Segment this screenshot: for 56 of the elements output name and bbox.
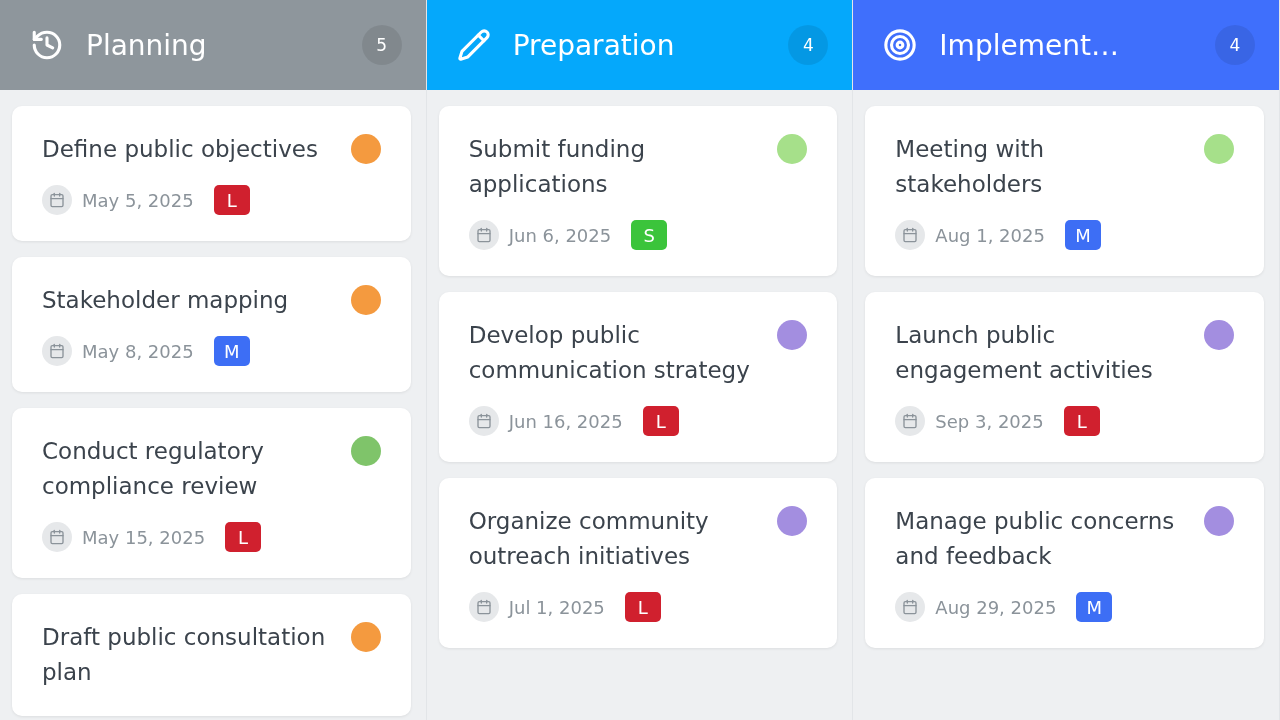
- due-date: May 5, 2025: [82, 189, 194, 211]
- task-title: Define public objectives: [42, 135, 318, 164]
- priority-tag: S: [631, 220, 668, 250]
- task-card[interactable]: Manage public concerns and feedback Aug 29, 2025 M: [865, 478, 1264, 648]
- task-card[interactable]: Define public objectives May 5, 2025 L: [12, 106, 411, 241]
- task-title: Meeting with stakeholders: [895, 135, 1046, 199]
- due-date: May 15, 2025: [82, 526, 206, 548]
- priority-tag: L: [624, 592, 661, 622]
- task-card[interactable]: Develop public communication strategy Jun 16, 2025 L: [438, 292, 838, 462]
- task-title: Stakeholder mapping: [42, 286, 289, 315]
- calendar-icon: [895, 592, 926, 622]
- due-date: Jun 16, 2025: [508, 410, 623, 432]
- due-date: Jun 6, 2025: [508, 224, 612, 246]
- priority-tag: M: [213, 336, 250, 366]
- task-card[interactable]: Draft public consultation plan: [12, 594, 411, 716]
- task-title: Draft public consultation plan: [42, 623, 327, 687]
- calendar-icon: [895, 406, 926, 436]
- column-title: Implement…: [939, 28, 1120, 62]
- task-title: Develop public communication strategy: [468, 321, 751, 385]
- due-date: May 8, 2025: [82, 340, 194, 362]
- due-date: Jul 1, 2025: [508, 596, 605, 618]
- task-card[interactable]: Submit funding applications Jun 6, 2025 S: [438, 106, 838, 276]
- calendar-icon: [468, 406, 499, 436]
- priority-tag: L: [213, 185, 250, 215]
- task-card[interactable]: Conduct regulatory compliance review May 15, 2025 L: [12, 408, 411, 578]
- calendar-icon: [42, 185, 72, 215]
- task-card[interactable]: Stakeholder mapping May 8, 2025 M: [12, 257, 411, 392]
- calendar-icon: [42, 522, 72, 552]
- task-card[interactable]: Launch public engagement activities Sep 3, 2025 L: [865, 292, 1264, 462]
- priority-tag: M: [1064, 220, 1101, 250]
- due-date: Sep 3, 2025: [935, 410, 1044, 432]
- count-badge: 5: [361, 25, 402, 65]
- task-title: Launch public engagement activities: [895, 321, 1154, 385]
- priority-tag: L: [1063, 406, 1100, 436]
- count-badge: 4: [1215, 25, 1255, 65]
- pencil-icon: [456, 28, 491, 62]
- count-badge: 4: [788, 25, 829, 65]
- calendar-icon: [468, 592, 499, 622]
- due-date: Aug 1, 2025: [935, 224, 1045, 246]
- target-icon: [883, 28, 918, 62]
- task-card[interactable]: Organize community outreach initiatives Jul 1, 2025 L: [438, 478, 838, 648]
- calendar-icon: [468, 220, 499, 250]
- task-title: Submit funding applications: [468, 135, 646, 199]
- calendar-icon: [42, 336, 72, 366]
- column-title: Planning: [86, 28, 208, 62]
- task-card[interactable]: Meeting with stakeholders Aug 1, 2025 M: [865, 106, 1264, 276]
- task-title: Organize community outreach initiatives: [468, 507, 710, 571]
- due-date: Aug 29, 2025: [935, 596, 1057, 618]
- history-icon: [30, 28, 64, 62]
- task-title: Conduct regulatory compliance review: [42, 437, 265, 501]
- task-title: Manage public concerns and feedback: [895, 507, 1176, 571]
- priority-tag: M: [1076, 592, 1113, 622]
- calendar-icon: [895, 220, 926, 250]
- priority-tag: L: [225, 522, 262, 552]
- priority-tag: L: [642, 406, 679, 436]
- column-title: Preparation: [512, 28, 676, 62]
